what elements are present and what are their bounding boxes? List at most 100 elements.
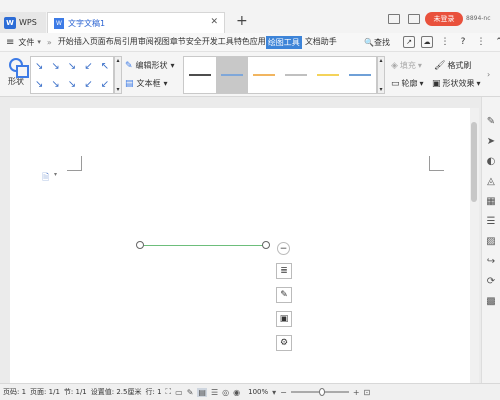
gallery-scrollbar[interactable]: ▴ ▾ (114, 56, 122, 94)
gallery-item[interactable]: ↖ (97, 57, 113, 75)
line-start-handle[interactable] (136, 241, 144, 249)
help-icon[interactable]: ? (457, 36, 469, 48)
tab-chapter[interactable]: 章节 (170, 36, 186, 49)
format-painter-label: 格式刷 (447, 61, 472, 70)
menu-icon[interactable]: ≡ (6, 37, 14, 48)
row-info: 行: 1 (145, 388, 162, 396)
line-style-option[interactable] (184, 57, 216, 93)
document-tab[interactable]: W 文字文稿1 ✕ (47, 12, 225, 33)
line-style-option[interactable] (216, 57, 248, 93)
share-icon[interactable]: ↗ (403, 36, 415, 48)
select-pointer-icon[interactable]: ➤ (485, 135, 498, 148)
zoom-out-icon[interactable]: − (280, 388, 287, 397)
gallery-item[interactable]: ↘ (31, 57, 47, 75)
tab-special-apps[interactable]: 特色应用 (234, 36, 266, 49)
eye-protect-icon[interactable]: ◉ (233, 388, 240, 397)
tab-security[interactable]: 安全 (186, 36, 202, 49)
fit-page-icon[interactable]: ⊡ (364, 388, 371, 397)
style-icon[interactable]: ✎ (485, 115, 498, 128)
web-view-icon[interactable]: ◎ (222, 388, 229, 397)
search-button[interactable]: 🔍 查找 (364, 37, 390, 48)
gallery-item[interactable]: ↙ (80, 57, 96, 75)
more-options-icon[interactable]: ⋮ (475, 36, 487, 48)
line-style-option[interactable] (248, 57, 280, 93)
shape-effects-button[interactable]: ▣ 形状效果 ▾ (432, 78, 481, 89)
gallery-item[interactable]: ↘ (64, 57, 80, 75)
outline-pen-icon[interactable]: ✎ (276, 287, 292, 303)
line-style-option[interactable] (344, 57, 376, 93)
section-info: 节: 1/1 (63, 388, 87, 396)
scroll-up-icon[interactable]: ▴ (379, 57, 382, 64)
edit-icon[interactable]: ✎ (187, 388, 194, 397)
zoom-in-icon[interactable]: + (353, 388, 360, 397)
chevron-down-icon[interactable]: ▾ (54, 171, 57, 178)
gallery-item[interactable]: ↘ (31, 75, 47, 93)
shapes-icon[interactable]: ◐ (485, 155, 498, 168)
gallery-item[interactable]: ↙ (80, 75, 96, 93)
tab-insert[interactable]: 插入 (74, 36, 90, 49)
tab-view[interactable]: 视图 (154, 36, 170, 49)
outline-view-icon[interactable]: ☰ (211, 388, 218, 397)
wps-home-tab[interactable]: W WPS (0, 12, 46, 33)
scroll-up-icon[interactable]: ▴ (116, 57, 119, 64)
vertical-scrollbar[interactable] (470, 108, 479, 383)
edit-shape-button[interactable]: ✎ 编辑形状 ▾ (125, 60, 175, 71)
gallery-item[interactable]: ↙ (97, 75, 113, 93)
page-view-icon[interactable]: ▤ (197, 387, 207, 397)
tab-page-layout[interactable]: 页面布局 (90, 36, 122, 49)
table-icon[interactable]: ▦ (485, 195, 498, 208)
styles-scrollbar[interactable]: ▴ ▾ (377, 56, 385, 94)
backup-icon[interactable]: ⟳ (485, 275, 498, 288)
zoom-level[interactable]: 100% (248, 388, 268, 396)
line-style-option[interactable] (280, 57, 312, 93)
document-area: 🗎 ▾ (0, 97, 481, 383)
fill-button[interactable]: ◈ 填充 ▾ (391, 60, 422, 71)
tab-doc-assistant[interactable]: 文档助手 (305, 36, 337, 49)
login-button[interactable]: 未登录 (425, 12, 463, 26)
share-icon[interactable]: ↪ (485, 255, 498, 268)
line-shape[interactable] (140, 245, 267, 246)
tab-references[interactable]: 引用 (122, 36, 138, 49)
outline-button[interactable]: ▭ 轮廓 ▾ (391, 78, 424, 89)
tab-home[interactable]: 开始 (58, 36, 74, 49)
file-menu[interactable]: 文件 (18, 37, 34, 48)
scrollbar-thumb[interactable] (471, 122, 477, 202)
collapse-icon[interactable]: − (277, 242, 290, 255)
line-style-option[interactable] (312, 57, 344, 93)
zoom-slider-knob[interactable] (318, 388, 325, 396)
chevron-down-icon[interactable]: ▾ (272, 388, 276, 397)
cloud-icon[interactable]: ☁ (421, 36, 433, 48)
adjust-icon[interactable]: ☰ (485, 215, 498, 228)
fill-bucket-icon[interactable]: ◬ (485, 175, 498, 188)
tab-review[interactable]: 审阅 (138, 36, 154, 49)
more-icon[interactable]: » (47, 38, 52, 47)
scroll-down-icon[interactable]: ▾ (379, 86, 382, 93)
layout-options-icon[interactable]: ≣ (276, 263, 292, 279)
ribbon-scroll-right-icon[interactable]: › (487, 70, 490, 79)
image-icon[interactable]: ▨ (485, 235, 498, 248)
print-layout-icon[interactable]: ▭ (175, 388, 183, 397)
chevron-down-icon[interactable]: ▾ (37, 38, 41, 46)
paste-options-icon[interactable]: 🗎 (42, 170, 49, 186)
shape-settings-icon[interactable]: ⚙ (276, 335, 292, 351)
options-icon[interactable]: ⋮ (439, 36, 451, 48)
tab-developer[interactable]: 开发工具 (202, 36, 234, 49)
workspace-icon[interactable] (388, 14, 400, 24)
new-tab-button[interactable]: + (236, 13, 248, 29)
shapes-button[interactable]: 形状 (4, 56, 29, 94)
shape-fill-icon[interactable]: ▣ (276, 311, 292, 327)
window-layout-icon[interactable] (408, 14, 420, 24)
close-tab-icon[interactable]: ✕ (210, 17, 218, 27)
tab-drawing-tools[interactable]: 绘图工具 (265, 35, 302, 49)
gallery-item[interactable]: ↘ (47, 75, 63, 93)
gallery-icon[interactable]: ▩ (485, 295, 498, 308)
line-end-handle[interactable] (262, 241, 270, 249)
collapse-ribbon-icon[interactable]: ⌃ (493, 36, 500, 48)
focus-mode-icon[interactable]: ⛶ (166, 387, 172, 397)
gallery-item[interactable]: ↘ (47, 57, 63, 75)
gallery-item[interactable]: ↘ (64, 75, 80, 93)
scroll-down-icon[interactable]: ▾ (116, 86, 119, 93)
zoom-slider[interactable] (290, 388, 349, 396)
format-painter-button[interactable]: 🖌 格式刷 (434, 60, 471, 71)
textbox-button[interactable]: ▤ 文本框 ▾ (125, 78, 168, 89)
